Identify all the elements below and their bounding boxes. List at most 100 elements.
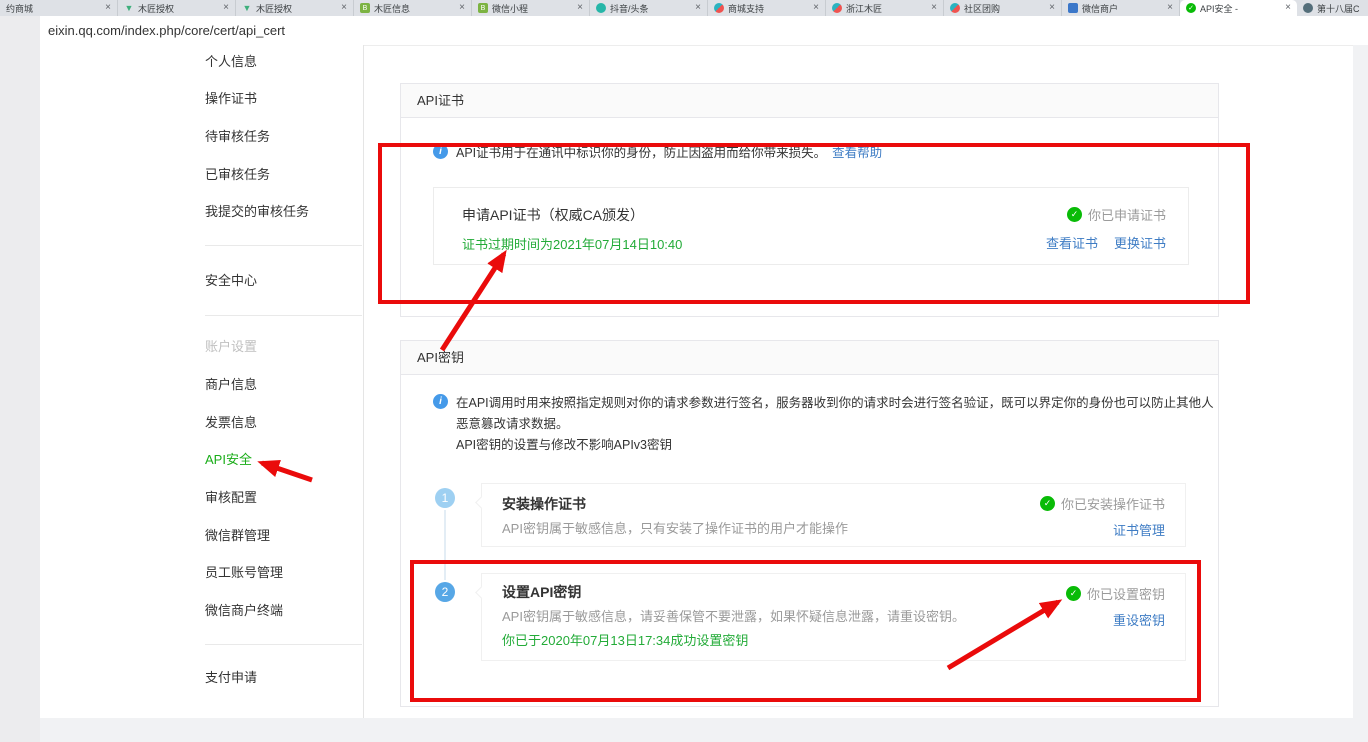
- browser-tab[interactable]: 商城支持 ×: [708, 0, 826, 16]
- view-cert-link[interactable]: 查看证书: [1046, 233, 1098, 252]
- step-1-desc: API密钥属于敏感信息，只有安装了操作证书的用户才能操作: [502, 518, 848, 537]
- check-circle-icon: ✓: [1066, 586, 1081, 601]
- tab-label: 商城支持: [728, 2, 809, 15]
- sidebar-item-api-security[interactable]: API安全: [205, 451, 252, 469]
- cert-status-text: 你已申请证书: [1088, 205, 1166, 224]
- sidebar-divider: [205, 315, 362, 316]
- api-cert-panel-title: API证书: [401, 84, 1218, 118]
- browser-tab[interactable]: 抖音/头条 ×: [590, 0, 708, 16]
- step-2-number-badge: 2: [435, 582, 455, 602]
- person-favicon-icon: [596, 3, 606, 13]
- cert-expiry-text: 证书过期时间为2021年07月14日10:40: [462, 234, 682, 253]
- tab-close-icon[interactable]: ×: [1285, 3, 1291, 13]
- step-connector-line: [444, 510, 446, 580]
- sidebar: 个人信息 操作证书 待审核任务 已审核任务 我提交的审核任务 安全中心 账户设置…: [40, 45, 364, 718]
- check-circle-icon: ✓: [1067, 207, 1082, 222]
- sidebar-item-staff-accounts[interactable]: 员工账号管理: [205, 564, 283, 582]
- api-cert-card: 申请API证书（权威CA颁发） 证书过期时间为2021年07月14日10:40 …: [433, 187, 1189, 265]
- browser-tab-active[interactable]: ✓ API安全 - ×: [1180, 0, 1297, 16]
- sidebar-item-merchant-info[interactable]: 商户信息: [205, 376, 257, 394]
- wechat-merchant-favicon-icon: [1068, 3, 1078, 13]
- cert-manage-link[interactable]: 证书管理: [1113, 523, 1165, 538]
- sidebar-divider: [205, 245, 362, 246]
- tab-close-icon[interactable]: ×: [459, 3, 465, 13]
- tab-close-icon[interactable]: ×: [1167, 3, 1173, 13]
- b-badge-favicon-icon: B: [360, 3, 370, 13]
- tab-close-icon[interactable]: ×: [577, 3, 583, 13]
- sidebar-item-merchant-terminal[interactable]: 微信商户终端: [205, 602, 283, 620]
- window-left-gutter: [0, 16, 40, 742]
- view-help-link[interactable]: 查看帮助: [832, 146, 882, 160]
- check-circle-icon: ✓: [1040, 496, 1055, 511]
- browser-tab[interactable]: B 木匠信息 ×: [354, 0, 472, 16]
- step-1-install-cert-card: 安装操作证书 API密钥属于敏感信息，只有安装了操作证书的用户才能操作 ✓ 你已…: [481, 483, 1186, 547]
- shop-favicon-icon: [950, 3, 960, 13]
- tab-close-icon[interactable]: ×: [695, 3, 701, 13]
- api-cert-info: i API证书用于在通讯中标识你的身份，防止因盗用而给你带来损失。查看帮助: [433, 143, 882, 164]
- api-key-panel: API密钥 i 在API调用时用来按照指定规则对你的请求参数进行签名，服务器收到…: [400, 340, 1219, 707]
- tab-label: 浙江木匠: [846, 2, 927, 15]
- shop-favicon-icon: [832, 3, 842, 13]
- step-1-status-text: 你已安装操作证书: [1061, 494, 1165, 513]
- step-2-status-text: 你已设置密钥: [1087, 584, 1165, 603]
- tab-close-icon[interactable]: ×: [931, 3, 937, 13]
- tab-label: 木匠授权: [256, 2, 337, 15]
- step-2-desc: API密钥属于敏感信息，请妥善保管不要泄露，如果怀疑信息泄露，请重设密钥。: [502, 606, 965, 625]
- sidebar-item-review-config[interactable]: 审核配置: [205, 489, 257, 507]
- step-1-number-badge: 1: [435, 488, 455, 508]
- vue-favicon-icon: ▼: [242, 3, 252, 13]
- tab-close-icon[interactable]: ×: [813, 3, 819, 13]
- green-check-favicon-icon: ✓: [1186, 3, 1196, 13]
- sidebar-item-wechat-groups[interactable]: 微信群管理: [205, 527, 270, 545]
- tab-label: 约商城: [6, 2, 101, 15]
- browser-tab[interactable]: 第十八届C ×: [1297, 0, 1368, 16]
- sidebar-item-operation-cert[interactable]: 操作证书: [205, 90, 257, 108]
- page-bottom-band: [40, 718, 1353, 742]
- sidebar-item-pending-tasks[interactable]: 待审核任务: [205, 128, 270, 146]
- replace-cert-link[interactable]: 更换证书: [1114, 233, 1166, 252]
- sidebar-group-account-settings: 账户设置: [205, 338, 257, 356]
- browser-tab[interactable]: B 微信小程 ×: [472, 0, 590, 16]
- sidebar-item-invoice-info[interactable]: 发票信息: [205, 414, 257, 432]
- browser-tab[interactable]: 约商城 ×: [0, 0, 118, 16]
- vue-favicon-icon: ▼: [124, 3, 134, 13]
- globe-favicon-icon: [1303, 3, 1313, 13]
- tab-label: 微信小程: [492, 2, 573, 15]
- api-key-info: i 在API调用时用来按照指定规则对你的请求参数进行签名，服务器收到你的请求时会…: [433, 393, 1214, 456]
- window-right-gutter: [1353, 45, 1368, 742]
- browser-tab[interactable]: 微信商户 ×: [1062, 0, 1180, 16]
- api-key-panel-title: API密钥: [401, 341, 1218, 375]
- api-cert-info-text: API证书用于在通讯中标识你的身份，防止因盗用而给你带来损失。: [456, 146, 826, 160]
- tab-label: 抖音/头条: [610, 2, 691, 15]
- tab-close-icon[interactable]: ×: [223, 3, 229, 13]
- tab-label: API安全 -: [1200, 2, 1281, 15]
- info-icon: i: [433, 144, 448, 159]
- url-text[interactable]: eixin.qq.com/index.php/core/cert/api_cer…: [48, 23, 285, 38]
- sidebar-item-reviewed-tasks[interactable]: 已审核任务: [205, 166, 270, 184]
- reset-key-link[interactable]: 重设密钥: [1113, 613, 1165, 628]
- browser-tab[interactable]: ▼ 木匠授权 ×: [118, 0, 236, 16]
- tab-label: 微信商户: [1082, 2, 1163, 15]
- browser-tab-strip: 约商城 × ▼ 木匠授权 × ▼ 木匠授权 × B 木匠信息 × B 微信小程 …: [0, 0, 1368, 16]
- browser-url-bar[interactable]: eixin.qq.com/index.php/core/cert/api_cer…: [40, 16, 1361, 46]
- tab-label: 第十八届C: [1317, 2, 1368, 15]
- tab-label: 社区团购: [964, 2, 1045, 15]
- tab-close-icon[interactable]: ×: [341, 3, 347, 13]
- browser-tab[interactable]: 浙江木匠 ×: [826, 0, 944, 16]
- tab-close-icon[interactable]: ×: [1049, 3, 1055, 13]
- sidebar-item-security-center[interactable]: 安全中心: [205, 272, 257, 290]
- shop-favicon-icon: [714, 3, 724, 13]
- sidebar-item-my-submitted[interactable]: 我提交的审核任务: [205, 203, 309, 221]
- b-badge-favicon-icon: B: [478, 3, 488, 13]
- tab-label: 木匠授权: [138, 2, 219, 15]
- browser-tab[interactable]: ▼ 木匠授权 ×: [236, 0, 354, 16]
- tab-close-icon[interactable]: ×: [105, 3, 111, 13]
- sidebar-divider: [205, 644, 362, 645]
- browser-tab[interactable]: 社区团购 ×: [944, 0, 1062, 16]
- info-icon: i: [433, 394, 448, 409]
- sidebar-item-personal-info[interactable]: 个人信息: [205, 53, 257, 71]
- api-key-info-line3: API密钥的设置与修改不影响APIv3密钥: [456, 438, 672, 452]
- api-key-info-line1: 在API调用时用来按照指定规则对你的请求参数进行签名，服务器收到你的请求时会进行…: [456, 396, 1214, 410]
- tab-label: 木匠信息: [374, 2, 455, 15]
- sidebar-item-payment-apply[interactable]: 支付申请: [205, 669, 257, 687]
